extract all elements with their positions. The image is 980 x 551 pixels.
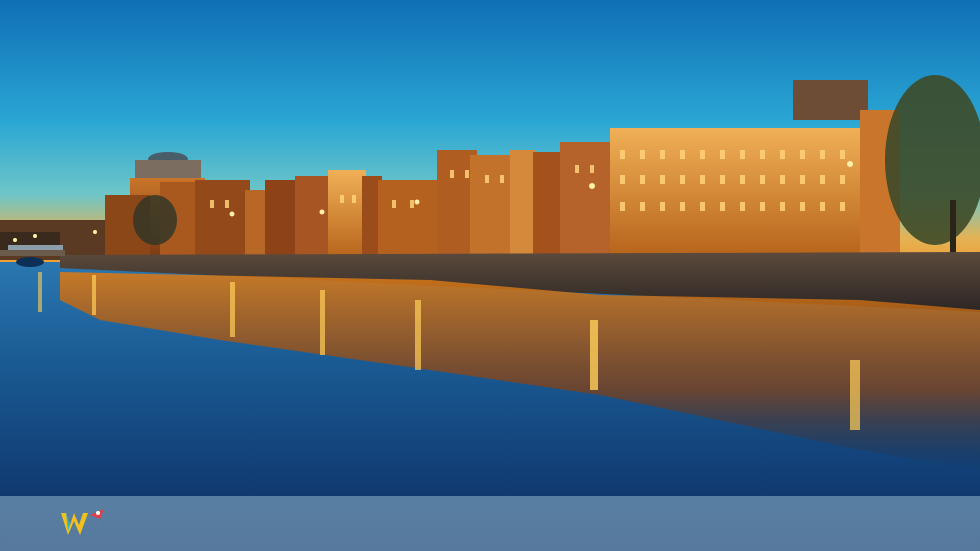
w-letter-rocket-logo-icon[interactable] [58,505,108,541]
tree-left [133,195,177,245]
footer-bar [0,496,980,551]
riverfront-photo [0,0,980,551]
middle-building-row [437,142,610,255]
